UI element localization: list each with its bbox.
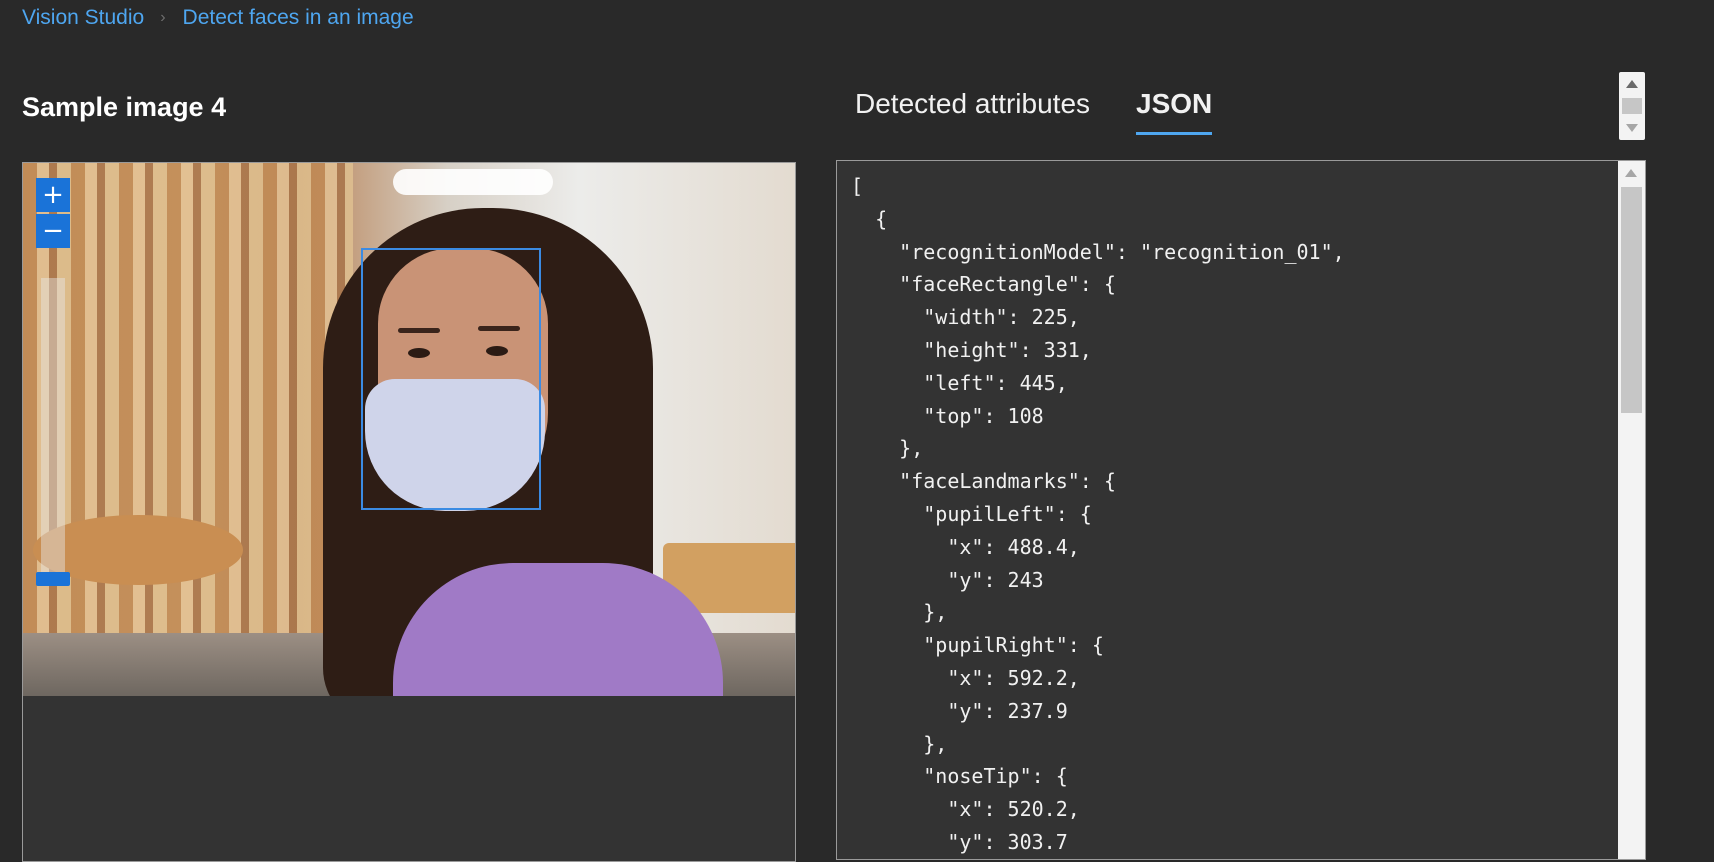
json-line: [ xyxy=(851,174,864,198)
page-title: Sample image 4 xyxy=(22,92,227,122)
json-code-block: [ { "recognitionModel": "recognition_01"… xyxy=(837,161,1645,859)
json-line: "noseTip": { xyxy=(851,764,1068,789)
json-line: "faceLandmarks": { xyxy=(851,469,1116,494)
breadcrumb-detect-faces[interactable]: Detect faces in an image xyxy=(183,6,414,30)
tab-json[interactable]: JSON xyxy=(1136,88,1213,135)
json-line: "pupilRight": { xyxy=(851,633,1104,658)
json-line: "recognitionModel": "recognition_01", xyxy=(851,239,1345,264)
json-scrollbar[interactable] xyxy=(1618,161,1645,859)
json-line: "faceRectangle": { xyxy=(851,272,1116,297)
scrollbar-thumb[interactable] xyxy=(1621,187,1642,413)
json-line: "top": 108 xyxy=(851,403,1044,428)
json-output-panel: [ { "recognitionModel": "recognition_01"… xyxy=(836,160,1646,860)
zoom-slider-track[interactable] xyxy=(41,278,65,578)
chevron-right-icon: › xyxy=(160,9,166,26)
result-tabs: Detected attributes JSON xyxy=(855,88,1213,135)
tab-detected-attributes[interactable]: Detected attributes xyxy=(855,88,1090,135)
image-viewer: + − xyxy=(22,162,796,862)
json-line: }, xyxy=(851,600,948,625)
json-line: { xyxy=(851,206,888,231)
json-line: "x": 520.2, xyxy=(851,797,1080,822)
json-line: "y": 303.7 xyxy=(851,829,1068,854)
breadcrumb: Vision Studio › Detect faces in an image xyxy=(22,6,414,30)
scroll-up-icon[interactable] xyxy=(1625,169,1637,177)
json-line: "x": 592.2, xyxy=(851,665,1080,690)
json-line: "pupilLeft": { xyxy=(851,501,1092,526)
json-line: "y": 243 xyxy=(851,567,1044,592)
scroll-up-icon[interactable] xyxy=(1626,80,1638,88)
zoom-in-icon[interactable]: + xyxy=(36,178,70,212)
face-bounding-box[interactable] xyxy=(361,248,541,510)
json-line: "x": 488.4, xyxy=(851,534,1080,559)
tabs-scrollbar[interactable] xyxy=(1619,72,1645,140)
json-line: "left": 445, xyxy=(851,370,1068,395)
zoom-slider-handle[interactable] xyxy=(36,572,70,586)
json-line: }, xyxy=(851,731,948,756)
sample-photo: + − xyxy=(23,163,795,696)
json-line: "y": 237.9 xyxy=(851,698,1068,723)
ceiling-light xyxy=(393,169,553,195)
breadcrumb-vision-studio[interactable]: Vision Studio xyxy=(22,6,144,30)
json-line: }, xyxy=(851,436,924,461)
zoom-out-icon[interactable]: − xyxy=(36,214,70,248)
scrollbar-thumb[interactable] xyxy=(1622,98,1642,114)
json-line: "width": 225, xyxy=(851,305,1080,330)
json-line: "height": 331, xyxy=(851,337,1092,362)
scroll-down-icon[interactable] xyxy=(1626,124,1638,132)
wood-wall-background xyxy=(23,163,353,696)
